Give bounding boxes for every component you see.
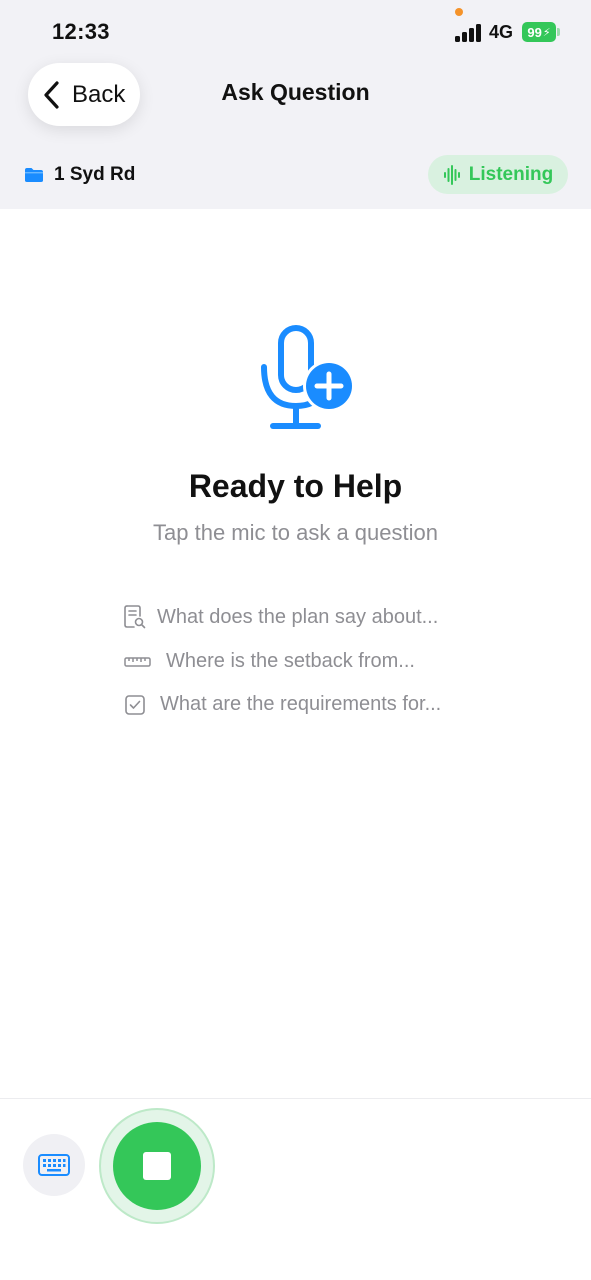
battery-level: 99: [527, 24, 542, 40]
suggestion-item[interactable]: What are the requirements for...: [124, 693, 441, 716]
stop-icon: [143, 1152, 171, 1180]
status-time: 12:33: [52, 19, 110, 44]
mic-plus-icon: [261, 325, 355, 429]
waveform-icon: [443, 164, 460, 185]
folder-icon: [25, 168, 43, 182]
stop-recording-button[interactable]: [113, 1122, 201, 1210]
ruler-icon: [124, 656, 151, 667]
keyboard-icon: [38, 1154, 70, 1176]
suggestion-text: What are the requirements for...: [160, 693, 442, 715]
battery-icon: 99 ⚡: [522, 22, 560, 42]
hero-subtitle: Tap the mic to ask a question: [153, 520, 438, 545]
suggestion-text: Where is the setback from...: [166, 650, 415, 672]
listening-label: Listening: [468, 163, 554, 185]
bottom-bar: [0, 1098, 591, 1280]
hero-title: Ready to Help: [188, 468, 403, 504]
project-indicator: 1 Syd Rd: [24, 162, 135, 188]
status-bar: 12:33 4G 99 ⚡: [0, 0, 591, 60]
project-name: 1 Syd Rd: [54, 164, 136, 185]
signal-icon: [455, 24, 483, 42]
keyboard-button[interactable]: [23, 1134, 85, 1196]
document-search-icon: [124, 605, 146, 629]
suggestion-item[interactable]: Where is the setback from...: [124, 650, 415, 673]
listening-badge: Listening: [428, 155, 568, 194]
suggestion-text: What does the plan say about...: [157, 605, 439, 628]
suggestion-item[interactable]: What does the plan say about...: [124, 604, 438, 630]
privacy-indicator-dot: [455, 8, 463, 16]
network-type: 4G: [489, 22, 514, 42]
page-title: Ask Question: [221, 79, 370, 105]
checkbox-icon: [125, 694, 145, 715]
